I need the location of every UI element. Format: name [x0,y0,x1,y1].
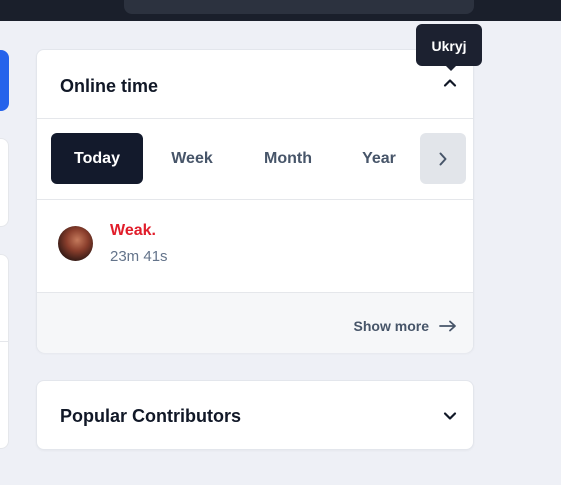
left-panel-card [0,254,9,449]
sidebar-primary-button[interactable] [0,50,9,111]
show-more-label: Show more [353,318,429,334]
top-navigation-bar [0,0,561,21]
username-link[interactable]: Weak. [110,222,156,240]
collapse-tooltip: Ukryj [416,24,482,71]
arrow-right-icon [439,320,456,332]
tab-month[interactable]: Month [249,133,327,184]
tabs-scroll-right-button[interactable] [420,133,466,184]
online-time-header[interactable]: Online time [37,50,473,119]
tab-today[interactable]: Today [51,133,143,184]
online-duration: 23m 41s [110,248,168,265]
tab-year[interactable]: Year [351,133,407,184]
time-period-tabs: Today Week Month Year [37,119,473,200]
chevron-right-icon [439,152,447,166]
tab-week[interactable]: Week [157,133,227,184]
show-more-link[interactable]: Show more [354,317,457,335]
card-footer: Show more [37,292,473,353]
popular-contributors-card[interactable]: Popular Contributors [36,380,474,450]
popular-contributors-title: Popular Contributors [60,406,241,426]
online-time-card: Online time Today Week Month Year Weak. … [36,49,474,353]
chevron-up-icon[interactable] [441,74,459,92]
list-item: Weak. 23m 41s [37,200,473,292]
avatar[interactable] [58,226,93,261]
left-panel-card [0,138,9,227]
online-time-title: Online time [60,76,159,96]
chevron-down-icon[interactable] [441,407,459,425]
search-bar[interactable] [124,0,474,14]
divider [0,341,9,342]
